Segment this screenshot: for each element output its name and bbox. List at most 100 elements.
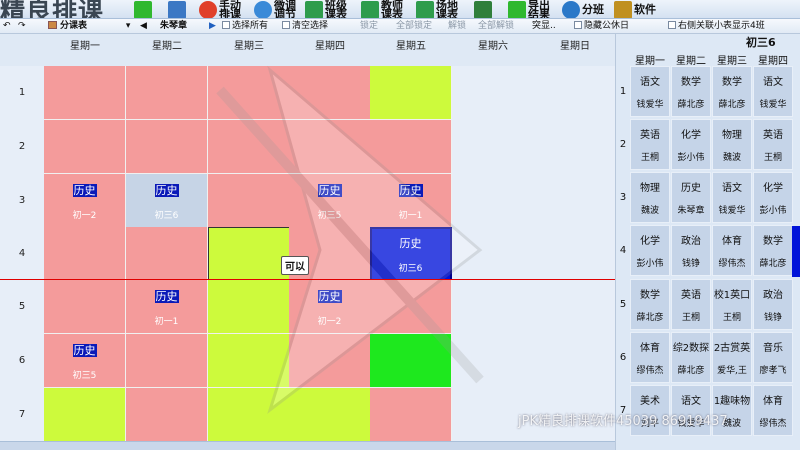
timetable-cell[interactable] [208,66,290,120]
toolbar-button-2[interactable]: 手动排课 [199,0,245,18]
right-display-checkbox[interactable]: 右侧关联小表显示4班 [668,20,765,33]
horizontal-scrollbar[interactable] [0,441,615,450]
related-cell[interactable]: 化学 彭小伟 [753,172,793,223]
related-cell[interactable]: 校1英口 王桐 [712,279,752,330]
next-teacher-icon[interactable]: ▶ [209,20,216,33]
toolbar-button-0[interactable] [134,0,152,18]
related-cell[interactable]: 历史 朱琴章 [671,172,711,223]
day-header[interactable]: 星期六 [452,34,534,66]
toolbar-button-9[interactable]: 分班 [562,0,608,18]
period-header[interactable]: 7 [0,388,44,442]
timetable-cell[interactable]: 历史 初一2 [44,174,126,228]
unlock-all-button[interactable]: 全部解锁 [478,20,514,33]
related-cell[interactable]: 音乐 廖孝飞 [753,332,793,383]
timetable-cell[interactable] [44,388,126,442]
grid-icon [48,21,57,29]
related-cell[interactable]: 综2数探 薛北彦 [671,332,711,383]
related-cell[interactable]: 数学 薛北彦 [671,66,711,117]
timetable-cell[interactable] [208,174,290,228]
period-header[interactable]: 1 [0,66,44,120]
related-cell[interactable]: 英语 王桐 [753,119,793,170]
related-cell[interactable]: 语文 钱爱华 [712,172,752,223]
related-cell[interactable]: 数学 薛北彦 [753,225,793,276]
timetable-cell[interactable] [126,120,208,174]
period-header[interactable]: 5 [0,280,44,334]
lock-button[interactable]: 锁定 [360,20,378,33]
timetable-cell[interactable] [289,388,371,442]
select-all-checkbox[interactable]: 选择所有 [222,20,268,33]
redo-icon[interactable]: ↷ [18,20,26,33]
period-header[interactable]: 2 [0,120,44,174]
highlight-button[interactable]: 突显.. [532,20,556,33]
related-cell[interactable]: 体育 缪伟杰 [630,332,670,383]
related-cell[interactable]: 物理 魏波 [712,119,752,170]
timetable-cell[interactable]: 历史 初三5 [44,334,126,388]
related-cell[interactable]: 体育 缪伟杰 [753,385,793,436]
timetable-cell[interactable] [370,280,452,334]
timetable-cell[interactable] [44,120,126,174]
day-header[interactable]: 星期一 [44,34,126,66]
related-cell[interactable]: 语文 钱爱华 [753,66,793,117]
timetable-cell[interactable] [126,66,208,120]
timetable-cell[interactable] [44,280,126,334]
timetable-cell[interactable] [208,334,290,388]
timetable-cell[interactable]: 历史 初一2 [289,280,371,334]
timetable-cell[interactable] [289,120,371,174]
timetable-cell[interactable]: 历史 初三6 [126,174,208,228]
timetable-cell[interactable] [126,388,208,442]
related-cell[interactable]: 化学 彭小伟 [630,225,670,276]
related-cell[interactable]: 政治 钱铮 [753,279,793,330]
timetable-cell[interactable] [208,388,290,442]
prev-teacher-icon[interactable]: ◀ [140,20,147,33]
timetable-cell[interactable]: 历史 初三6 [370,227,452,281]
toolbar-button-5[interactable]: 教师课表 [361,0,407,18]
toolbar-button-10[interactable]: 软件 [614,0,660,18]
toolbar-button-6[interactable]: 场地课表 [416,0,462,18]
timetable-cell[interactable] [44,66,126,120]
timetable-cell[interactable] [126,334,208,388]
hide-common-checkbox[interactable]: 隐藏公休日 [574,20,629,33]
timetable-cell[interactable] [370,334,452,388]
related-cell[interactable]: 化学 彭小伟 [671,119,711,170]
timetable-cell[interactable] [370,66,452,120]
timetable-cell[interactable] [370,388,452,442]
clear-select-checkbox[interactable]: 清空选择 [282,20,328,33]
related-cell[interactable]: 数学 薛北彦 [712,66,752,117]
related-cell[interactable]: 英语 王桐 [630,119,670,170]
undo-icon[interactable]: ↶ [3,20,11,33]
timetable-cell[interactable]: 历史 初三5 [289,174,371,228]
timetable-cell[interactable] [208,227,290,281]
day-header[interactable]: 星期五 [370,34,452,66]
period-header[interactable]: 6 [0,334,44,388]
period-header[interactable]: 3 [0,174,44,228]
toolbar-button-3[interactable]: 微调调节 [254,0,300,18]
related-cell[interactable]: 语文 钱爱华 [630,66,670,117]
timetable-cell[interactable] [289,66,371,120]
timetable-cell[interactable]: 历史 初一1 [370,174,452,228]
timetable-cell[interactable]: 历史 初一1 [126,280,208,334]
timetable-cell[interactable] [208,120,290,174]
timetable-cell[interactable] [126,227,208,281]
day-header[interactable]: 星期三 [208,34,290,66]
related-cell[interactable]: 政治 钱铮 [671,225,711,276]
toolbar-button-1[interactable] [168,0,186,18]
related-cell[interactable]: 2古赏英 爱华,王 [712,332,752,383]
timetable-cell[interactable] [289,334,371,388]
lock-all-button[interactable]: 全部锁定 [396,20,432,33]
related-cell[interactable]: 体育 缪伟杰 [712,225,752,276]
related-cell[interactable]: 数学 薛北彦 [630,279,670,330]
day-header[interactable]: 星期四 [289,34,371,66]
timetable-cell[interactable] [370,120,452,174]
timetable-cell[interactable] [44,227,126,281]
related-cell[interactable]: 物理 魏波 [630,172,670,223]
toolbar-button-8[interactable]: 导出结果 [508,0,554,18]
period-header[interactable]: 4 [0,227,44,281]
unlock-button[interactable]: 解锁 [448,20,466,33]
view-select[interactable]: 分课表 ▾ [48,20,130,33]
related-cell[interactable]: 英语 王桐 [671,279,711,330]
day-header[interactable]: 星期二 [126,34,208,66]
toolbar-button-7[interactable] [474,0,492,18]
timetable-cell[interactable] [208,280,290,334]
day-header[interactable]: 星期日 [534,34,616,66]
toolbar-button-4[interactable]: 班级课表 [305,0,351,18]
